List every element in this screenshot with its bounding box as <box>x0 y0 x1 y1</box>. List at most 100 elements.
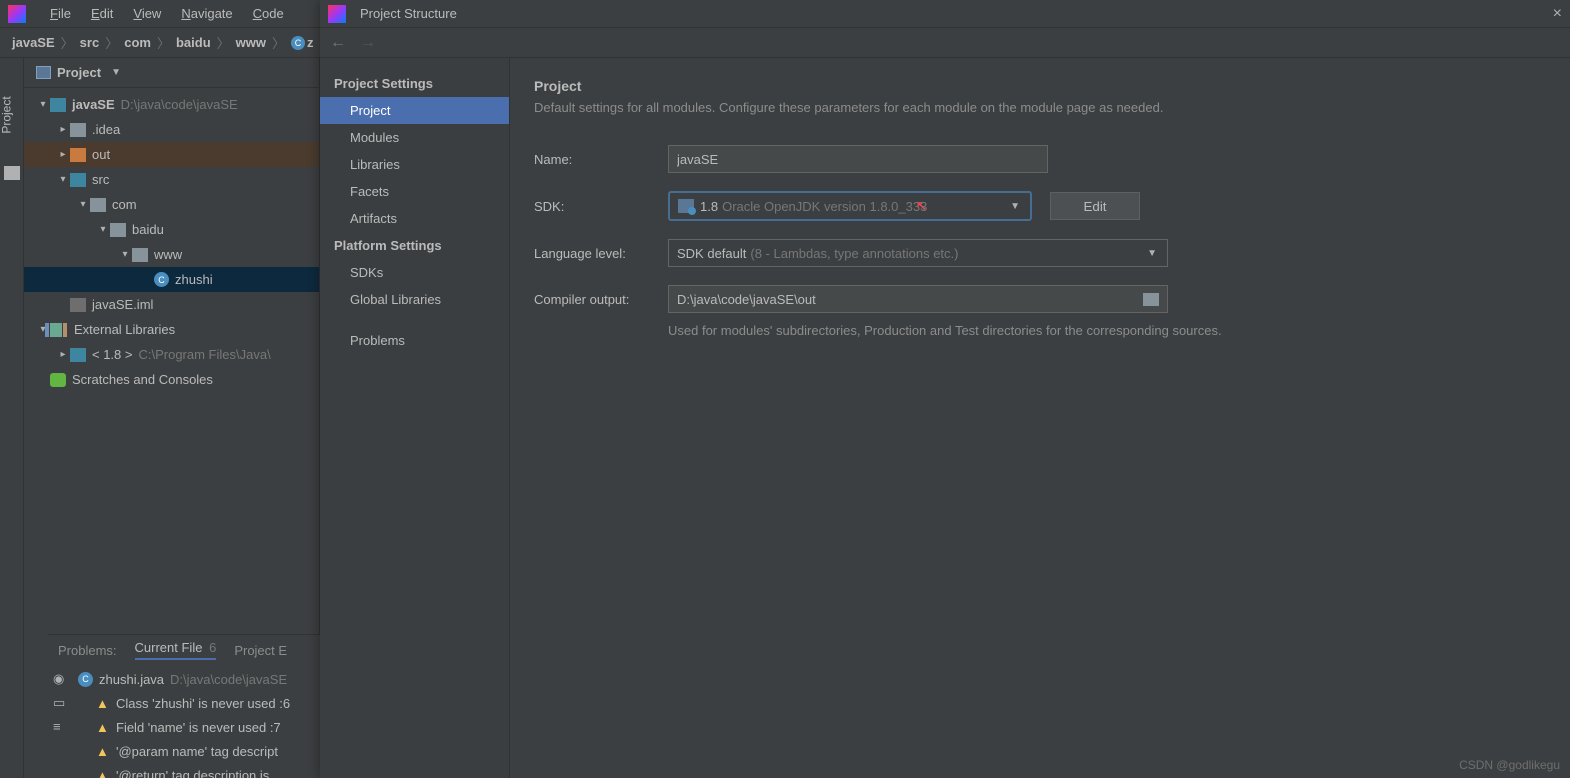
crumb-3[interactable]: baidu <box>176 35 211 50</box>
menu-navigate[interactable]: Navigate <box>171 6 242 21</box>
sidebar-item-libraries[interactable]: Libraries <box>320 151 509 178</box>
sdk-select[interactable]: 1.8 Oracle OpenJDK version 1.8.0_333 ↖ ▼ <box>668 191 1032 221</box>
language-level-select[interactable]: SDK default (8 - Lambdas, type annotatio… <box>668 239 1168 267</box>
problem-text: '@param name' tag descript <box>116 744 278 759</box>
warning-icon: ▲ <box>96 768 110 778</box>
tree-www[interactable]: ▾ www <box>24 242 319 267</box>
expand-arrow-icon[interactable]: ▾ <box>96 224 110 235</box>
compiler-hint: Used for modules' subdirectories, Produc… <box>668 323 1546 338</box>
tab-current-file[interactable]: Current File 6 <box>135 640 217 660</box>
tree-label: Scratches and Consoles <box>72 372 213 387</box>
crumb-2[interactable]: com <box>124 35 151 50</box>
sidebar-item-sdks[interactable]: SDKs <box>320 259 509 286</box>
expand-arrow-icon[interactable]: ▸ <box>56 349 70 360</box>
dialog-titlebar: Project Structure × <box>320 0 1570 28</box>
name-input[interactable] <box>668 145 1048 173</box>
problem-text: Field 'name' is never used :7 <box>116 720 281 735</box>
expand-arrow-icon[interactable]: ▾ <box>118 249 132 260</box>
tree-label: < 1.8 > <box>92 347 132 362</box>
folder-icon <box>70 123 86 137</box>
tree-label: .idea <box>92 122 120 137</box>
form-row-name: Name: <box>534 145 1546 173</box>
class-icon: C <box>291 36 305 50</box>
expand-arrow-icon[interactable]: ▾ <box>56 174 70 185</box>
content-title: Project <box>534 78 1546 94</box>
tree-out[interactable]: ▸ out <box>24 142 319 167</box>
dialog-title: Project Structure <box>360 6 457 21</box>
menu-file[interactable]: File <box>40 6 81 21</box>
back-icon[interactable]: ← <box>330 34 346 52</box>
expand-arrow-icon[interactable]: ▾ <box>36 99 50 110</box>
tool-tab-project[interactable]: Project <box>0 96 14 133</box>
tree-iml[interactable]: javaSE.iml <box>24 292 319 317</box>
problem-item[interactable]: ▲ '@param name' tag descript <box>78 739 344 763</box>
browse-folder-icon[interactable] <box>1143 293 1159 306</box>
sidebar-item-artifacts[interactable]: Artifacts <box>320 205 509 232</box>
sdk-detail: Oracle OpenJDK version 1.8.0_333 <box>722 199 927 214</box>
chevron-down-icon: ▼ <box>1010 201 1020 212</box>
close-icon[interactable]: × <box>1553 5 1562 23</box>
eye-icon[interactable]: ◉ <box>53 671 69 685</box>
form-row-lang: Language level: SDK default (8 - Lambdas… <box>534 239 1546 267</box>
problem-item[interactable]: ▲ Field 'name' is never used :7 <box>78 715 344 739</box>
tree-baidu[interactable]: ▾ baidu <box>24 217 319 242</box>
warning-icon: ▲ <box>96 744 110 758</box>
compiler-output-input[interactable]: D:\java\code\javaSE\out <box>668 285 1168 313</box>
language-level-label: Language level: <box>534 246 668 261</box>
tab-problems[interactable]: Problems: <box>58 643 117 658</box>
crumb-1[interactable]: src <box>80 35 100 50</box>
dialog-sidebar: Project Settings Project Modules Librari… <box>320 58 510 778</box>
expand-arrow-icon[interactable]: ▸ <box>56 149 70 160</box>
expand-arrow-icon[interactable]: ▸ <box>56 124 70 135</box>
project-panel: Project ▼ ▾ javaSE D:\java\code\javaSE ▸… <box>24 58 320 778</box>
problem-file-name: zhushi.java <box>99 672 164 687</box>
sidebar-item-modules[interactable]: Modules <box>320 124 509 151</box>
forward-icon[interactable]: → <box>360 34 376 52</box>
layout-icon[interactable]: ▭ <box>53 695 69 709</box>
tree-extlib[interactable]: ▾ External Libraries <box>24 317 319 342</box>
problem-item[interactable]: ▲ Class 'zhushi' is never used :6 <box>78 691 344 715</box>
problems-tabs: Problems: Current File 6 Project E <box>48 635 344 665</box>
tree-root[interactable]: ▾ javaSE D:\java\code\javaSE <box>24 92 319 117</box>
tree-label: zhushi <box>175 272 213 287</box>
project-panel-header: Project ▼ <box>24 58 319 88</box>
problem-item[interactable]: ▲ '@return' tag description is <box>78 763 344 778</box>
tree-idea[interactable]: ▸ .idea <box>24 117 319 142</box>
folder-icon[interactable] <box>4 166 20 180</box>
watermark: CSDN @godlikegu <box>1459 758 1560 772</box>
problems-list: C zhushi.java D:\java\code\javaSE ▲ Clas… <box>78 665 344 778</box>
tree-src[interactable]: ▾ src <box>24 167 319 192</box>
menu-code[interactable]: Code <box>243 6 294 21</box>
folder-icon <box>70 173 86 187</box>
app-icon <box>328 5 346 23</box>
sidebar-item-problems[interactable]: Problems <box>320 327 509 354</box>
tree-com[interactable]: ▾ com <box>24 192 319 217</box>
menu-edit[interactable]: Edit <box>81 6 123 21</box>
settings-icon[interactable]: ≡ <box>53 719 69 733</box>
crumb-4[interactable]: www <box>236 35 266 50</box>
crumb-5[interactable]: z <box>307 35 314 50</box>
problem-file-row[interactable]: C zhushi.java D:\java\code\javaSE <box>78 667 344 691</box>
tree-label: baidu <box>132 222 164 237</box>
tree-jdk[interactable]: ▸ < 1.8 > C:\Program Files\Java\ <box>24 342 319 367</box>
menu-view[interactable]: View <box>123 6 171 21</box>
library-icon <box>50 323 62 337</box>
sidebar-item-project[interactable]: Project <box>320 97 509 124</box>
chevron-down-icon[interactable]: ▼ <box>111 67 121 78</box>
expand-arrow-icon[interactable]: ▾ <box>76 199 90 210</box>
tab-project-errors[interactable]: Project E <box>234 643 287 658</box>
project-panel-title[interactable]: Project <box>57 65 101 80</box>
project-icon <box>36 66 51 79</box>
name-label: Name: <box>534 152 668 167</box>
edit-button[interactable]: Edit <box>1050 192 1140 220</box>
sidebar-item-global-libraries[interactable]: Global Libraries <box>320 286 509 313</box>
section-project-settings: Project Settings <box>320 70 509 97</box>
folder-icon <box>70 148 86 162</box>
problems-panel: Problems: Current File 6 Project E ◉ ▭ ≡… <box>48 634 344 778</box>
tree-label: External Libraries <box>74 322 175 337</box>
tree-zhushi[interactable]: C zhushi <box>24 267 319 292</box>
module-icon <box>50 98 66 112</box>
tree-scratches[interactable]: Scratches and Consoles <box>24 367 319 392</box>
crumb-0[interactable]: javaSE <box>12 35 55 50</box>
sidebar-item-facets[interactable]: Facets <box>320 178 509 205</box>
